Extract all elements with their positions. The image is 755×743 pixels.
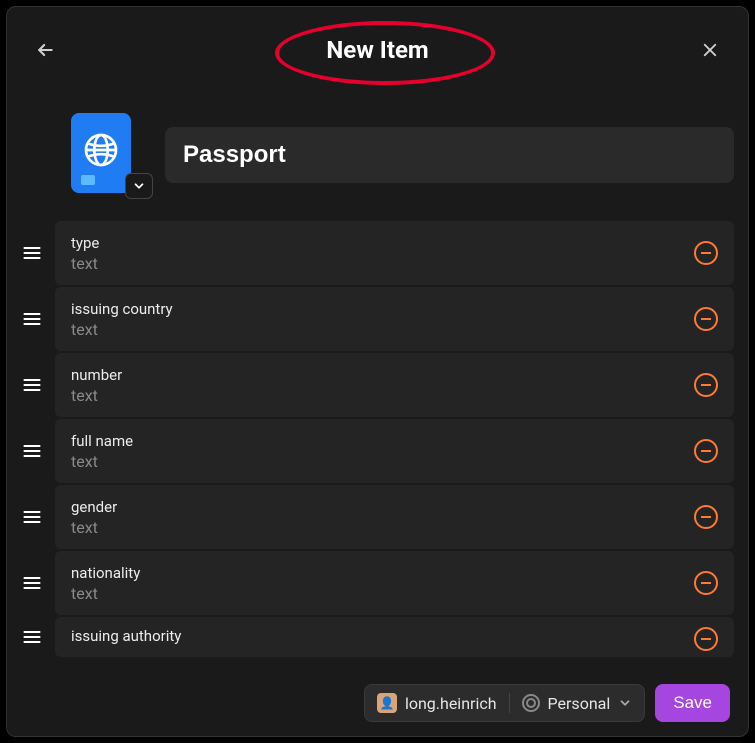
new-item-dialog: New Item: [6, 6, 749, 737]
field-name-label: nationality: [71, 564, 140, 582]
field-name-label: gender: [71, 498, 117, 516]
field-row: gender text: [21, 485, 734, 549]
field-type-label: text: [71, 452, 133, 471]
field-name-label: issuing country: [71, 300, 173, 318]
field-type-label: text: [71, 386, 122, 405]
remove-field-button[interactable]: [694, 505, 718, 529]
field-card[interactable]: issuing country text: [55, 287, 734, 351]
field-type-label: text: [71, 254, 99, 273]
vault-name: Personal: [548, 694, 611, 713]
field-card[interactable]: number text: [55, 353, 734, 417]
account-name: long.heinrich: [405, 694, 497, 713]
field-row: issuing authority: [21, 617, 734, 657]
field-card[interactable]: type text: [55, 221, 734, 285]
field-name-label: issuing authority: [71, 627, 181, 645]
field-card[interactable]: nationality text: [55, 551, 734, 615]
drag-handle-icon[interactable]: [21, 509, 43, 525]
item-header: [21, 93, 734, 221]
back-button[interactable]: [29, 34, 61, 66]
fields-list: type text issuing country text number te…: [21, 221, 734, 670]
save-button[interactable]: Save: [655, 684, 730, 722]
annotation-ellipse: [275, 21, 495, 85]
item-title-input[interactable]: [165, 127, 734, 183]
chevron-down-icon: [618, 696, 632, 710]
field-row: issuing country text: [21, 287, 734, 351]
dialog-title: New Item: [7, 36, 748, 64]
remove-field-button[interactable]: [694, 241, 718, 265]
passport-icon: [71, 113, 131, 193]
field-card[interactable]: full name text: [55, 419, 734, 483]
category-picker-button[interactable]: [125, 173, 153, 199]
dialog-body: type text issuing country text number te…: [7, 93, 748, 670]
field-row: nationality text: [21, 551, 734, 615]
dialog-header: New Item: [7, 7, 748, 93]
field-type-label: text: [71, 518, 117, 537]
field-name-label: number: [71, 366, 122, 384]
category-icon-wrap: [71, 113, 147, 197]
field-card[interactable]: gender text: [55, 485, 734, 549]
field-name-label: full name: [71, 432, 133, 450]
remove-field-button[interactable]: [694, 627, 718, 651]
field-type-label: text: [71, 584, 140, 603]
remove-field-button[interactable]: [694, 307, 718, 331]
remove-field-button[interactable]: [694, 373, 718, 397]
field-card[interactable]: issuing authority: [55, 617, 734, 657]
drag-handle-icon[interactable]: [21, 311, 43, 327]
field-row: full name text: [21, 419, 734, 483]
field-row: number text: [21, 353, 734, 417]
close-button[interactable]: [694, 34, 726, 66]
account-vault-picker[interactable]: 👤 long.heinrich Personal: [364, 684, 645, 722]
drag-handle-icon[interactable]: [21, 245, 43, 261]
dialog-footer: 👤 long.heinrich Personal Save: [7, 670, 748, 736]
remove-field-button[interactable]: [694, 571, 718, 595]
drag-handle-icon[interactable]: [21, 377, 43, 393]
drag-handle-icon[interactable]: [21, 575, 43, 591]
vault-icon: [522, 694, 540, 712]
drag-handle-icon[interactable]: [21, 443, 43, 459]
remove-field-button[interactable]: [694, 439, 718, 463]
field-name-label: type: [71, 234, 99, 252]
field-type-label: text: [71, 320, 173, 339]
avatar-icon: 👤: [377, 693, 397, 713]
field-row: type text: [21, 221, 734, 285]
drag-handle-icon[interactable]: [21, 629, 43, 645]
